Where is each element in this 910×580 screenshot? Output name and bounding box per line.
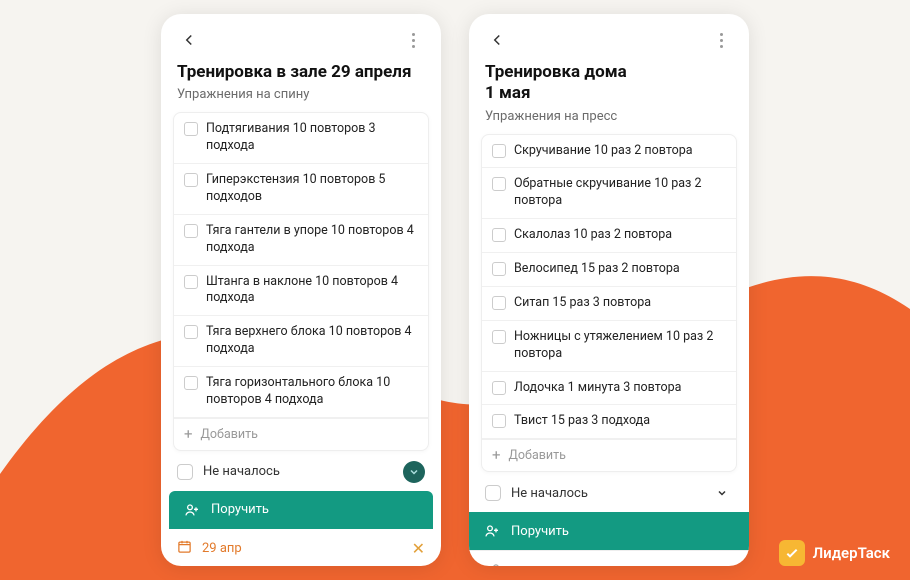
task-row[interactable]: Гиперэкстензия 10 повторов 5 подходов: [174, 164, 428, 215]
page-title: Тренировка дома 1 мая: [469, 62, 749, 109]
chevron-down-icon[interactable]: [403, 461, 425, 483]
task-row[interactable]: Штанга в наклоне 10 повторов 4 подхода: [174, 266, 428, 317]
paperclip-icon[interactable]: [485, 563, 501, 566]
task-row[interactable]: Тяга верхнего блока 10 повторов 4 подход…: [174, 316, 428, 367]
person-plus-icon: [183, 501, 201, 519]
checkbox-icon[interactable]: [492, 296, 506, 310]
task-label: Подтягивания 10 повторов 3 подхода: [206, 121, 418, 155]
task-row[interactable]: Велосипед 15 раз 2 повтора: [482, 253, 736, 287]
add-task-button[interactable]: + Добавить: [174, 418, 428, 450]
task-row[interactable]: Ситап 15 раз 3 повтора: [482, 287, 736, 321]
phone-right: Тренировка дома 1 мая Упражнения на прес…: [469, 14, 749, 566]
task-label: Ножницы с утяжелением 10 раз 2 повтора: [514, 329, 726, 363]
add-label: Добавить: [509, 448, 566, 463]
task-list: Подтягивания 10 повторов 3 подхода Гипер…: [173, 112, 429, 451]
task-row[interactable]: Скручивание 10 раз 2 повтора: [482, 135, 736, 169]
task-label: Тяга горизонтального блока 10 повторов 4…: [206, 375, 418, 409]
checkbox-icon[interactable]: [184, 224, 198, 238]
checkbox-icon[interactable]: [184, 325, 198, 339]
status-label: Не началось: [511, 486, 588, 501]
checkbox-icon[interactable]: [492, 330, 506, 344]
add-task-button[interactable]: + Добавить: [482, 439, 736, 471]
checkbox-icon[interactable]: [492, 262, 506, 276]
task-label: Ситап 15 раз 3 повтора: [514, 295, 651, 312]
checkbox-icon[interactable]: [184, 376, 198, 390]
chevron-down-icon[interactable]: [711, 482, 733, 504]
calendar-icon: [177, 539, 192, 558]
status-row[interactable]: Не началось: [469, 472, 749, 512]
task-label: Скалолаз 10 раз 2 повтора: [514, 227, 672, 244]
task-label: Штанга в наклоне 10 повторов 4 подхода: [206, 274, 418, 308]
checkbox-icon[interactable]: [492, 228, 506, 242]
kebab-icon[interactable]: [401, 28, 425, 52]
assign-button[interactable]: Поручить: [469, 512, 749, 550]
brand-logo: ЛидерТаск: [779, 540, 890, 566]
person-plus-icon: [483, 522, 501, 540]
assign-button[interactable]: Поручить: [169, 491, 433, 529]
message-row: [469, 550, 749, 566]
kebab-icon[interactable]: [709, 28, 733, 52]
checkbox-icon[interactable]: [184, 122, 198, 136]
task-row[interactable]: Лодочка 1 минута 3 повтора: [482, 372, 736, 406]
page-subtitle: Упражнения на пресс: [469, 109, 749, 134]
brand-name: ЛидерТаск: [813, 544, 890, 562]
status-row[interactable]: Не началось: [161, 451, 441, 491]
assign-label: Поручить: [211, 502, 269, 517]
task-label: Скручивание 10 раз 2 повтора: [514, 143, 693, 160]
plus-icon: +: [184, 427, 193, 442]
task-label: Лодочка 1 минута 3 повтора: [514, 380, 681, 397]
task-row[interactable]: Подтягивания 10 повторов 3 подхода: [174, 113, 428, 164]
phone-left: Тренировка в зале 29 апреля Упражнения н…: [161, 14, 441, 566]
back-arrow-icon[interactable]: [485, 28, 509, 52]
task-label: Тяга гантели в упоре 10 повторов 4 подхо…: [206, 223, 418, 257]
checkbox-icon[interactable]: [492, 144, 506, 158]
task-row[interactable]: Твист 15 раз 3 подхода: [482, 405, 736, 439]
close-icon[interactable]: ✕: [412, 539, 425, 558]
checkbox-icon[interactable]: [184, 275, 198, 289]
task-list: Скручивание 10 раз 2 повтора Обратные ск…: [481, 134, 737, 473]
task-row[interactable]: Ножницы с утяжелением 10 раз 2 повтора: [482, 321, 736, 372]
task-row[interactable]: Обратные скручивание 10 раз 2 повтора: [482, 168, 736, 219]
status-label: Не началось: [203, 464, 280, 479]
task-label: Велосипед 15 раз 2 повтора: [514, 261, 680, 278]
plus-icon: +: [492, 448, 501, 463]
checkbox-icon[interactable]: [492, 381, 506, 395]
task-row[interactable]: Скалолаз 10 раз 2 повтора: [482, 219, 736, 253]
task-label: Гиперэкстензия 10 повторов 5 подходов: [206, 172, 418, 206]
task-row[interactable]: Тяга гантели в упоре 10 повторов 4 подхо…: [174, 215, 428, 266]
assign-label: Поручить: [511, 524, 569, 539]
page-title: Тренировка в зале 29 апреля: [161, 62, 441, 87]
checkbox-icon[interactable]: [177, 464, 193, 480]
date-row[interactable]: 29 апр ✕: [161, 529, 441, 566]
back-arrow-icon[interactable]: [177, 28, 201, 52]
task-label: Твист 15 раз 3 подхода: [514, 413, 650, 430]
checkbox-icon[interactable]: [492, 177, 506, 191]
brand-badge-icon: [779, 540, 805, 566]
checkbox-icon[interactable]: [492, 414, 506, 428]
task-row[interactable]: Тяга горизонтального блока 10 повторов 4…: [174, 367, 428, 418]
checkbox-icon[interactable]: [184, 173, 198, 187]
checkbox-icon[interactable]: [485, 485, 501, 501]
task-label: Обратные скручивание 10 раз 2 повтора: [514, 176, 726, 210]
page-subtitle: Упражнения на спину: [161, 87, 441, 112]
add-label: Добавить: [201, 427, 258, 442]
date-label: 29 апр: [202, 541, 242, 556]
task-label: Тяга верхнего блока 10 повторов 4 подход…: [206, 324, 418, 358]
